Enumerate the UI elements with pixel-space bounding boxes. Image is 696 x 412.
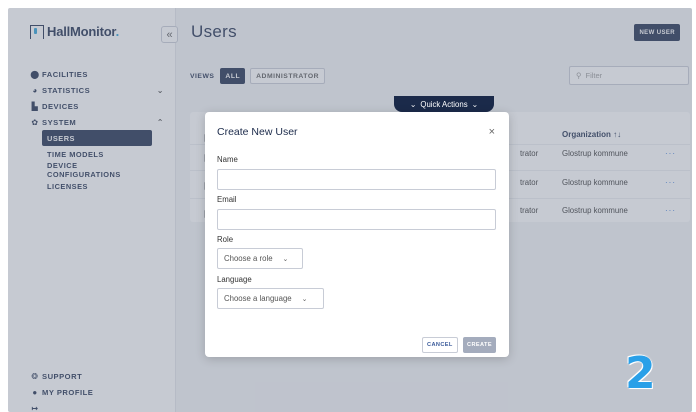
dialog-title: Create New User [217,126,298,138]
chevron-down-icon: ⌄ [301,295,308,303]
email-label: Email [217,195,237,204]
app-window: HallMonitor. ⬤ FACILITIES ◕ STATISTICS ⌄… [8,8,692,412]
close-icon[interactable]: × [489,126,495,138]
step-number-badge: 2 [625,348,656,399]
name-field[interactable] [217,169,496,190]
chevron-down-icon: ⌄ [282,255,289,263]
name-label: Name [217,155,238,164]
cancel-button[interactable]: CANCEL [422,337,458,353]
role-label: Role [217,235,234,244]
create-user-dialog: Create New User × Name Email Role Choose… [205,112,509,357]
email-field[interactable] [217,209,496,230]
language-select[interactable]: Choose a language ⌄ [217,288,324,309]
quick-actions-button[interactable]: ⌄ Quick Actions ⌄ [394,96,494,112]
language-label: Language [217,275,252,284]
double-chevron-down-icon: ⌄ [471,99,479,109]
role-select[interactable]: Choose a role ⌄ [217,248,303,269]
double-chevron-down-icon: ⌄ [409,99,417,109]
create-button[interactable]: CREATE [463,337,496,353]
